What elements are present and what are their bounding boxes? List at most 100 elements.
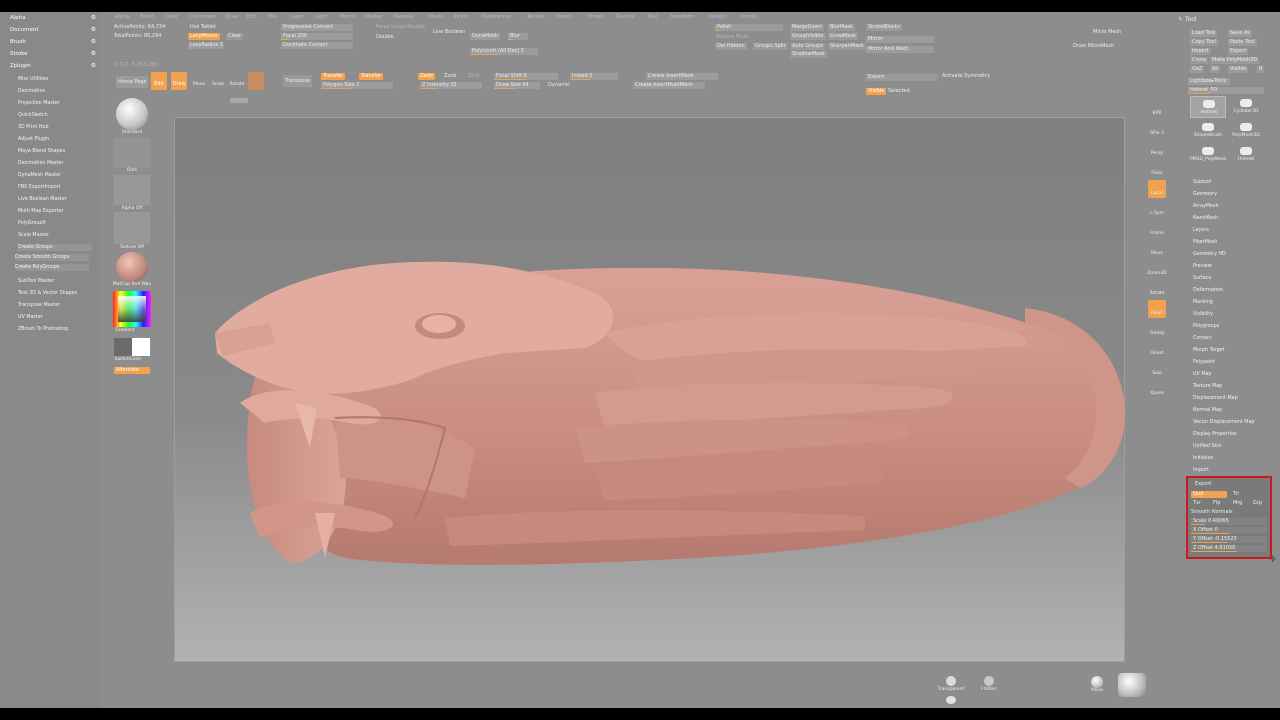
shelf-rotate[interactable]: Rotate [1148,280,1166,298]
shelf-floor[interactable]: Floor [1148,160,1166,178]
draw-micro-button[interactable]: Draw MicroMesh [1073,43,1114,50]
brush-quick-thumb[interactable] [1118,673,1146,697]
panel-loops[interactable]: Panel Loops Double [376,24,425,31]
tool-button-all[interactable]: All [1210,66,1221,73]
grp-button[interactable]: Grp [1253,500,1262,507]
tool-section-subtool[interactable]: Subtool [1193,179,1211,186]
decimate-current-button[interactable]: Decimate Current [281,42,353,49]
shelf-zoom3d[interactable]: Zoom3D [1147,260,1166,278]
flatten-toggle[interactable] [984,676,994,686]
tool-button-saveas[interactable]: Save As [1228,30,1252,37]
clear-button[interactable]: Clear [226,33,244,40]
y-offset-slider[interactable]: Y Offset -0.15523 [1191,536,1267,543]
tool-section-surface[interactable]: Surface [1193,275,1211,282]
tool-section-import[interactable]: Import [1193,467,1209,474]
sharpen-mask-button[interactable]: SharpenMask [828,43,866,50]
plugin-item[interactable]: Decimation Master [18,160,63,167]
plugin-item[interactable]: FBX ExportImport [18,184,60,191]
menu-draw[interactable]: Draw [225,14,238,21]
tool-section-vector-displacement-map[interactable]: Vector Displacement Map [1193,419,1254,426]
menu-layer[interactable]: Layer [290,14,304,21]
secondary-color-swatch[interactable] [114,338,132,356]
gizmo-button[interactable] [248,72,264,90]
tool-section-deformation[interactable]: Deformation [1193,287,1223,294]
move-thumb[interactable] [1091,676,1103,688]
polycount-slider[interactable]: Polycount (All Dec) 5 [470,48,538,55]
qud-button[interactable]: Qud [1191,491,1227,498]
zsub-button[interactable]: Zsub [444,73,456,80]
grow-mask-button[interactable]: GrowMask [828,33,858,40]
blur-mask-button[interactable]: BlurMask [828,24,855,31]
shelf-transp[interactable]: Transp [1148,320,1166,338]
shelf-scroll-handle[interactable] [230,98,248,103]
tool-button-import[interactable]: Import [1190,48,1211,55]
helmet-slider[interactable]: Helmet_50 [1188,87,1264,94]
mrg-button[interactable]: Mrg [1233,500,1242,507]
menu-texture[interactable]: Texture [616,14,634,21]
plugin-item[interactable]: Live Boolean Master [18,196,67,203]
plugin-item[interactable]: Maya Blend Shapes [18,148,65,155]
matcap-thumb[interactable] [116,252,148,282]
standard-brush-thumb[interactable] [116,98,148,130]
rgb-button[interactable]: Transfer [321,73,346,80]
create-insert-button[interactable]: Create InsertMesh [646,73,718,80]
edit-button[interactable]: Edit [151,72,167,90]
color-picker[interactable] [113,291,151,327]
micro-mesh-button[interactable]: Micro Mesh [1093,29,1121,36]
pin-icon[interactable]: ⚙ [91,12,96,24]
shelf-move[interactable]: Move [1148,240,1166,258]
pin-icon[interactable]: ⚙ [91,48,96,60]
tool-button-pastetool[interactable]: Paste Tool [1228,39,1257,46]
subplugin-item[interactable]: Create Groups [18,244,92,251]
bottom-scroll-handle[interactable] [946,696,956,704]
progressive-button[interactable]: Progressive Convert [281,24,353,31]
tool-section-display-properties[interactable]: Display Properties [1193,431,1236,438]
tool-thumb[interactable]: PolyMesh3D [1228,120,1264,142]
menu-transform[interactable]: Transform [669,14,694,21]
zcut-button[interactable]: Zcut [468,73,479,80]
selected-button[interactable]: Selected [888,88,910,95]
tool-section-layers[interactable]: Layers [1193,227,1209,234]
menu-material[interactable]: Material [393,14,413,21]
tool-section-initialize[interactable]: Initialize [1193,455,1213,462]
tri-button[interactable]: Tri [1233,491,1239,498]
scale-button[interactable]: Scale [210,72,226,90]
shadow-mask-button[interactable]: ShadowMask [790,51,827,58]
plugin-item[interactable]: PolyGroupIt [18,220,46,227]
menu-brush[interactable]: Brush [140,14,154,21]
subplugin-item[interactable]: Create Smooth Groups [15,254,89,261]
tool-button-copytool[interactable]: Copy Tool [1190,39,1218,46]
tool-section-morph-target[interactable]: Morph Target [1193,347,1225,354]
plugin-item[interactable]: DynaMesh Master [18,172,61,179]
mrgb-button[interactable]: Transfer [359,73,384,80]
shelf-frame[interactable]: Frame [1148,220,1166,238]
tool-button-makepolymesh3d[interactable]: Make PolyMesh3D [1210,57,1260,64]
visible-button[interactable]: Visible [866,88,887,95]
tool-button-visible[interactable]: Visible [1228,66,1249,73]
export-scale-slider[interactable]: Scale 0.40065 [1191,518,1267,525]
tool-thumb[interactable]: Cylinder3D [1228,96,1264,118]
subplugin-item[interactable]: Create PolyGroups [15,264,89,271]
group-visible-button[interactable]: GroupVisible [790,33,826,40]
plugin-item[interactable]: Projection Master [18,100,60,107]
tool-section-displacement-map[interactable]: Displacement Map [1193,395,1238,402]
zadd-button[interactable]: Zadd [418,73,435,80]
plugin-item[interactable]: 3D Print Hub [18,124,49,131]
txr-button[interactable]: Txr [1193,500,1201,507]
tool-section-contact[interactable]: Contact [1193,335,1212,342]
tool-section-fibermesh[interactable]: FiberMesh [1193,239,1217,246]
plugin-item[interactable]: SubTool Master [18,278,54,285]
menu-picker[interactable]: Picker [454,14,469,21]
left-section-brush[interactable]: Brush ⚙ [0,36,100,48]
menu-preferences[interactable]: Preferences [482,14,511,21]
plugin-item[interactable]: Multi Map Exporter [18,208,64,215]
dynamesh-button[interactable]: DynaMesh [470,33,501,40]
tool-button-loadtool[interactable]: Load Tool [1190,30,1218,37]
menu-document[interactable]: Document [190,14,216,21]
menu-macro[interactable]: Macro [340,14,355,21]
shelf-solo[interactable]: Solo [1148,360,1166,378]
tool-thumb[interactable]: PM3D_PolyMesh [1190,144,1226,166]
mirror-weld-button[interactable]: Mirror And Weld [866,46,934,53]
menu-light[interactable]: Light [315,14,327,21]
plugin-item[interactable]: UV Master [18,314,43,321]
